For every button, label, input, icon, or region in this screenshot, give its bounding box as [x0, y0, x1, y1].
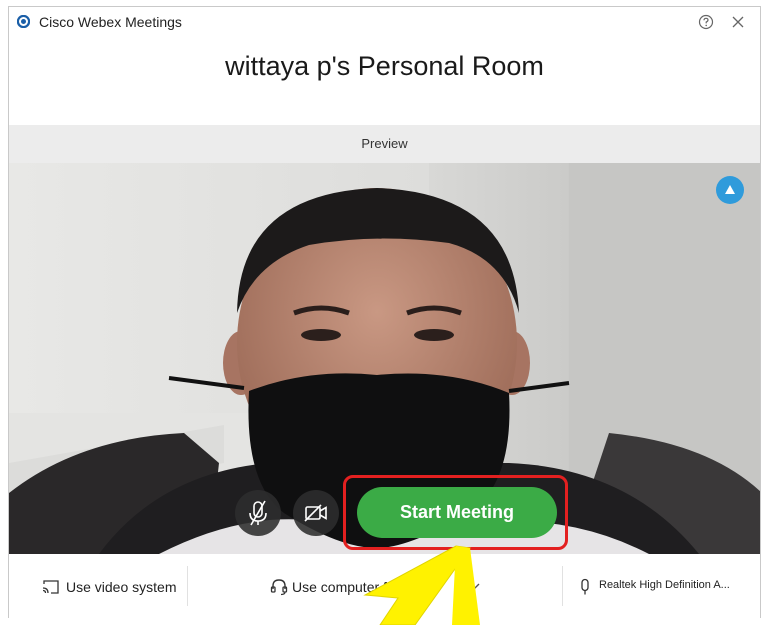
speaker-label: Realtek High Definition A... [599, 579, 730, 591]
microphone-muted-icon [249, 500, 267, 526]
cast-icon [42, 580, 59, 594]
bottom-bar: Use video system Use computer for a Real… [9, 554, 760, 619]
audio-connection-button[interactable]: Use computer for a [188, 554, 562, 619]
headset-icon [270, 579, 288, 596]
use-video-system-label: Use video system [66, 579, 177, 595]
use-video-system-button[interactable]: Use video system [9, 554, 187, 619]
blue-badge-icon[interactable] [716, 176, 744, 204]
close-icon[interactable] [731, 15, 745, 29]
title-bar: Cisco Webex Meetings [9, 7, 760, 39]
video-off-icon [304, 504, 327, 522]
speaker-icon [581, 578, 589, 595]
webex-logo-icon [17, 15, 30, 28]
chevron-down-icon [468, 583, 480, 590]
audio-connection-label: Use computer for a [292, 579, 412, 595]
speaker-select-button[interactable]: Realtek High Definition A... [563, 554, 762, 619]
video-toggle-button[interactable] [293, 490, 339, 536]
room-title: wittaya p's Personal Room [225, 51, 544, 81]
app-title: Cisco Webex Meetings [39, 14, 182, 30]
video-preview: Start Meeting [9, 163, 760, 554]
webex-window: Cisco Webex Meetings wittaya p's Persona… [8, 6, 761, 619]
mute-button[interactable] [235, 490, 281, 536]
start-meeting-button[interactable]: Start Meeting [357, 487, 557, 538]
help-icon[interactable] [698, 14, 714, 30]
preview-label: Preview [9, 125, 760, 163]
